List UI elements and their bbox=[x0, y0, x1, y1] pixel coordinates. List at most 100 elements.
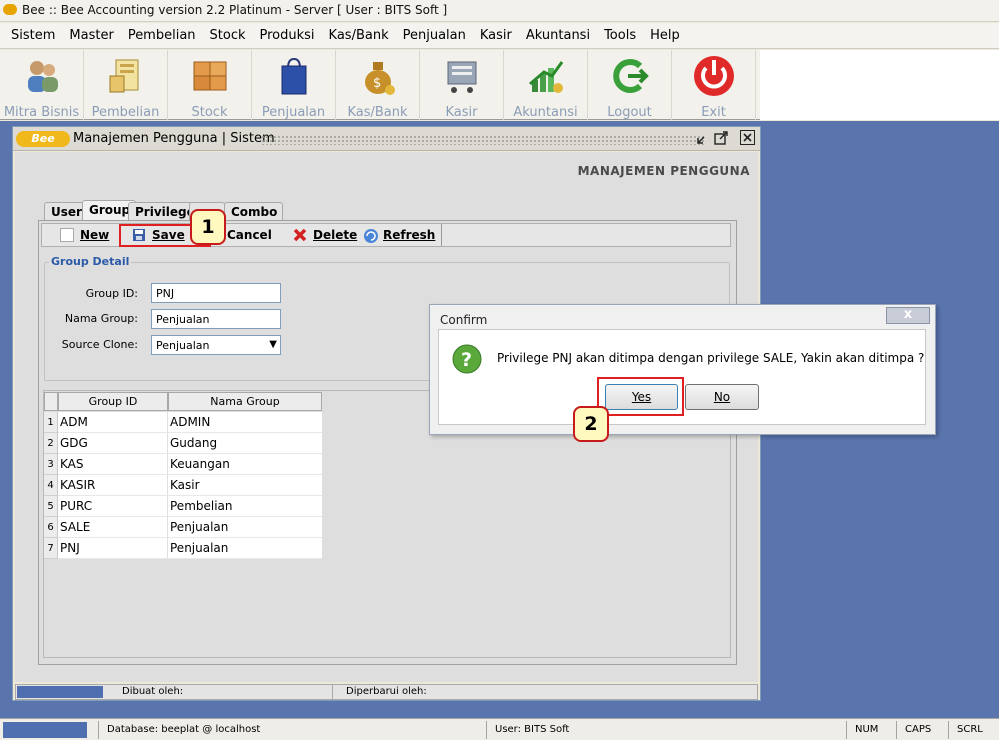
menu-produksi[interactable]: Produksi bbox=[253, 28, 322, 43]
toolbar-kasir-button[interactable]: Kasir bbox=[420, 50, 504, 120]
menu-akuntansi[interactable]: Akuntansi bbox=[519, 28, 597, 43]
cell-nama-group[interactable]: Penjualan bbox=[168, 517, 322, 538]
toolbar-kasir-label: Kasir bbox=[445, 105, 478, 120]
yes-highlight bbox=[597, 377, 684, 416]
maximize-icon[interactable] bbox=[714, 131, 728, 145]
row-number-header bbox=[44, 392, 58, 411]
status-indicator bbox=[17, 686, 103, 698]
chevron-down-icon[interactable]: ▼ bbox=[269, 339, 277, 350]
svg-text:?: ? bbox=[461, 349, 472, 371]
caps-lock-status: CAPS bbox=[896, 721, 946, 739]
group-id-label: Group ID: bbox=[85, 287, 138, 300]
page-heading: MANAJEMEN PENGGUNA bbox=[577, 164, 750, 178]
status-divider bbox=[332, 685, 333, 699]
tab-combo-label: Combo bbox=[231, 205, 278, 219]
created-by-label: Dibuat oleh: bbox=[122, 686, 184, 697]
growth-chart-icon bbox=[524, 54, 568, 98]
app-title-bar: Bee :: Bee Accounting version 2.2 Platin… bbox=[0, 0, 999, 22]
app-status-bar: Database: beeplat @ localhost User: BITS… bbox=[0, 718, 999, 740]
cell-group-id[interactable]: KASIR bbox=[58, 475, 168, 496]
toolbar-exit-button[interactable]: Exit bbox=[672, 50, 756, 120]
source-clone-select[interactable]: Penjualan ▼ bbox=[151, 335, 281, 355]
cell-nama-group[interactable]: Penjualan bbox=[168, 538, 322, 559]
toolbar-stock-button[interactable]: Stock bbox=[168, 50, 252, 120]
cell-group-id[interactable]: PNJ bbox=[58, 538, 168, 559]
confirm-dialog-title: Confirm bbox=[440, 313, 488, 327]
source-clone-label: Source Clone: bbox=[61, 338, 138, 351]
cell-group-id[interactable]: GDG bbox=[58, 433, 168, 454]
new-button[interactable]: New bbox=[42, 224, 120, 246]
cell-nama-group[interactable]: Keuangan bbox=[168, 454, 322, 475]
row-number: 6 bbox=[44, 517, 58, 538]
row-number: 1 bbox=[44, 412, 58, 433]
toolbar-kasbank-label: Kas/Bank bbox=[347, 105, 408, 120]
tab-group-label: Group bbox=[89, 203, 131, 217]
column-header-nama-group[interactable]: Nama Group bbox=[168, 392, 322, 411]
group-id-field[interactable]: PNJ bbox=[151, 283, 281, 303]
nama-group-field[interactable]: Penjualan bbox=[151, 309, 281, 329]
cell-group-id[interactable]: KAS bbox=[58, 454, 168, 475]
updated-by-label: Diperbarui oleh: bbox=[346, 686, 427, 697]
close-icon[interactable] bbox=[740, 130, 755, 145]
step-badge-2: 2 bbox=[573, 406, 609, 442]
cell-nama-group[interactable]: Pembelian bbox=[168, 496, 322, 517]
toolbar-empty-area bbox=[760, 50, 999, 120]
menu-help[interactable]: Help bbox=[643, 28, 687, 43]
boxes-icon bbox=[188, 54, 232, 98]
toolbar-pembelian-label: Pembelian bbox=[91, 105, 160, 120]
cell-nama-group[interactable]: Kasir bbox=[168, 475, 322, 496]
user-management-title-bar[interactable]: Bee Manajemen Pengguna | Sistem bbox=[13, 127, 760, 151]
money-bag-icon: $ bbox=[356, 54, 400, 98]
no-button[interactable]: No bbox=[685, 384, 759, 410]
cart-icon bbox=[440, 54, 484, 98]
toolbar-stock-label: Stock bbox=[191, 105, 228, 120]
menu-tools[interactable]: Tools bbox=[597, 28, 643, 43]
toolbar-kasbank-button[interactable]: $ Kas/Bank bbox=[336, 50, 420, 120]
row-number: 4 bbox=[44, 475, 58, 496]
delete-button[interactable]: Delete bbox=[285, 224, 357, 246]
toolbar-mitra-bisnis-button[interactable]: Mitra Bisnis bbox=[0, 50, 84, 120]
database-status: Database: beeplat @ localhost bbox=[98, 721, 482, 739]
row-number: 7 bbox=[44, 538, 58, 559]
menu-kasir[interactable]: Kasir bbox=[473, 28, 519, 43]
menu-master[interactable]: Master bbox=[62, 28, 120, 43]
cancel-label: Cancel bbox=[227, 228, 272, 242]
cell-nama-group[interactable]: ADMIN bbox=[168, 412, 322, 433]
toolbar-penjualan-button[interactable]: Penjualan bbox=[252, 50, 336, 120]
cell-group-id[interactable]: SALE bbox=[58, 517, 168, 538]
tab-user-label: User bbox=[51, 205, 82, 219]
user-status: User: BITS Soft bbox=[486, 721, 844, 739]
cell-group-id[interactable]: ADM bbox=[58, 412, 168, 433]
window-status-bar: Dibuat oleh: Diperbarui oleh: bbox=[15, 684, 758, 700]
cell-nama-group[interactable]: Gudang bbox=[168, 433, 322, 454]
cell-group-id[interactable]: PURC bbox=[58, 496, 168, 517]
menu-sistem[interactable]: Sistem bbox=[4, 28, 62, 43]
row-number: 3 bbox=[44, 454, 58, 475]
menu-kasbank[interactable]: Kas/Bank bbox=[322, 28, 396, 43]
toolbar-logout-button[interactable]: Logout bbox=[588, 50, 672, 120]
toolbar-exit-label: Exit bbox=[701, 105, 726, 120]
refresh-label: Refresh bbox=[383, 228, 436, 242]
no-label: No bbox=[713, 390, 731, 404]
menu-pembelian[interactable]: Pembelian bbox=[121, 28, 203, 43]
column-header-group-id[interactable]: Group ID bbox=[58, 392, 168, 411]
menu-penjualan[interactable]: Penjualan bbox=[396, 28, 473, 43]
confirm-message: Privilege PNJ akan ditimpa dengan privil… bbox=[497, 351, 925, 365]
delete-icon bbox=[293, 228, 307, 242]
toolbar-pembelian-button[interactable]: Pembelian bbox=[84, 50, 168, 120]
row-number: 2 bbox=[44, 433, 58, 454]
users-icon bbox=[20, 54, 64, 98]
refresh-button[interactable]: Refresh bbox=[355, 224, 443, 246]
tab-combo[interactable]: Combo bbox=[224, 202, 284, 221]
toolbar-akuntansi-button[interactable]: Akuntansi bbox=[504, 50, 588, 120]
app-title: Bee :: Bee Accounting version 2.2 Platin… bbox=[22, 3, 448, 17]
title-grip bbox=[261, 135, 706, 145]
svg-text:$: $ bbox=[373, 76, 381, 91]
dialog-close-button[interactable]: x bbox=[886, 307, 930, 324]
restore-icon[interactable] bbox=[696, 131, 710, 145]
main-toolbar: Mitra Bisnis Pembelian Stock Penjualan $… bbox=[0, 50, 760, 120]
menu-stock[interactable]: Stock bbox=[203, 28, 253, 43]
new-label: New bbox=[80, 228, 110, 242]
scroll-lock-status: SCRL bbox=[948, 721, 998, 739]
new-icon bbox=[60, 228, 74, 242]
